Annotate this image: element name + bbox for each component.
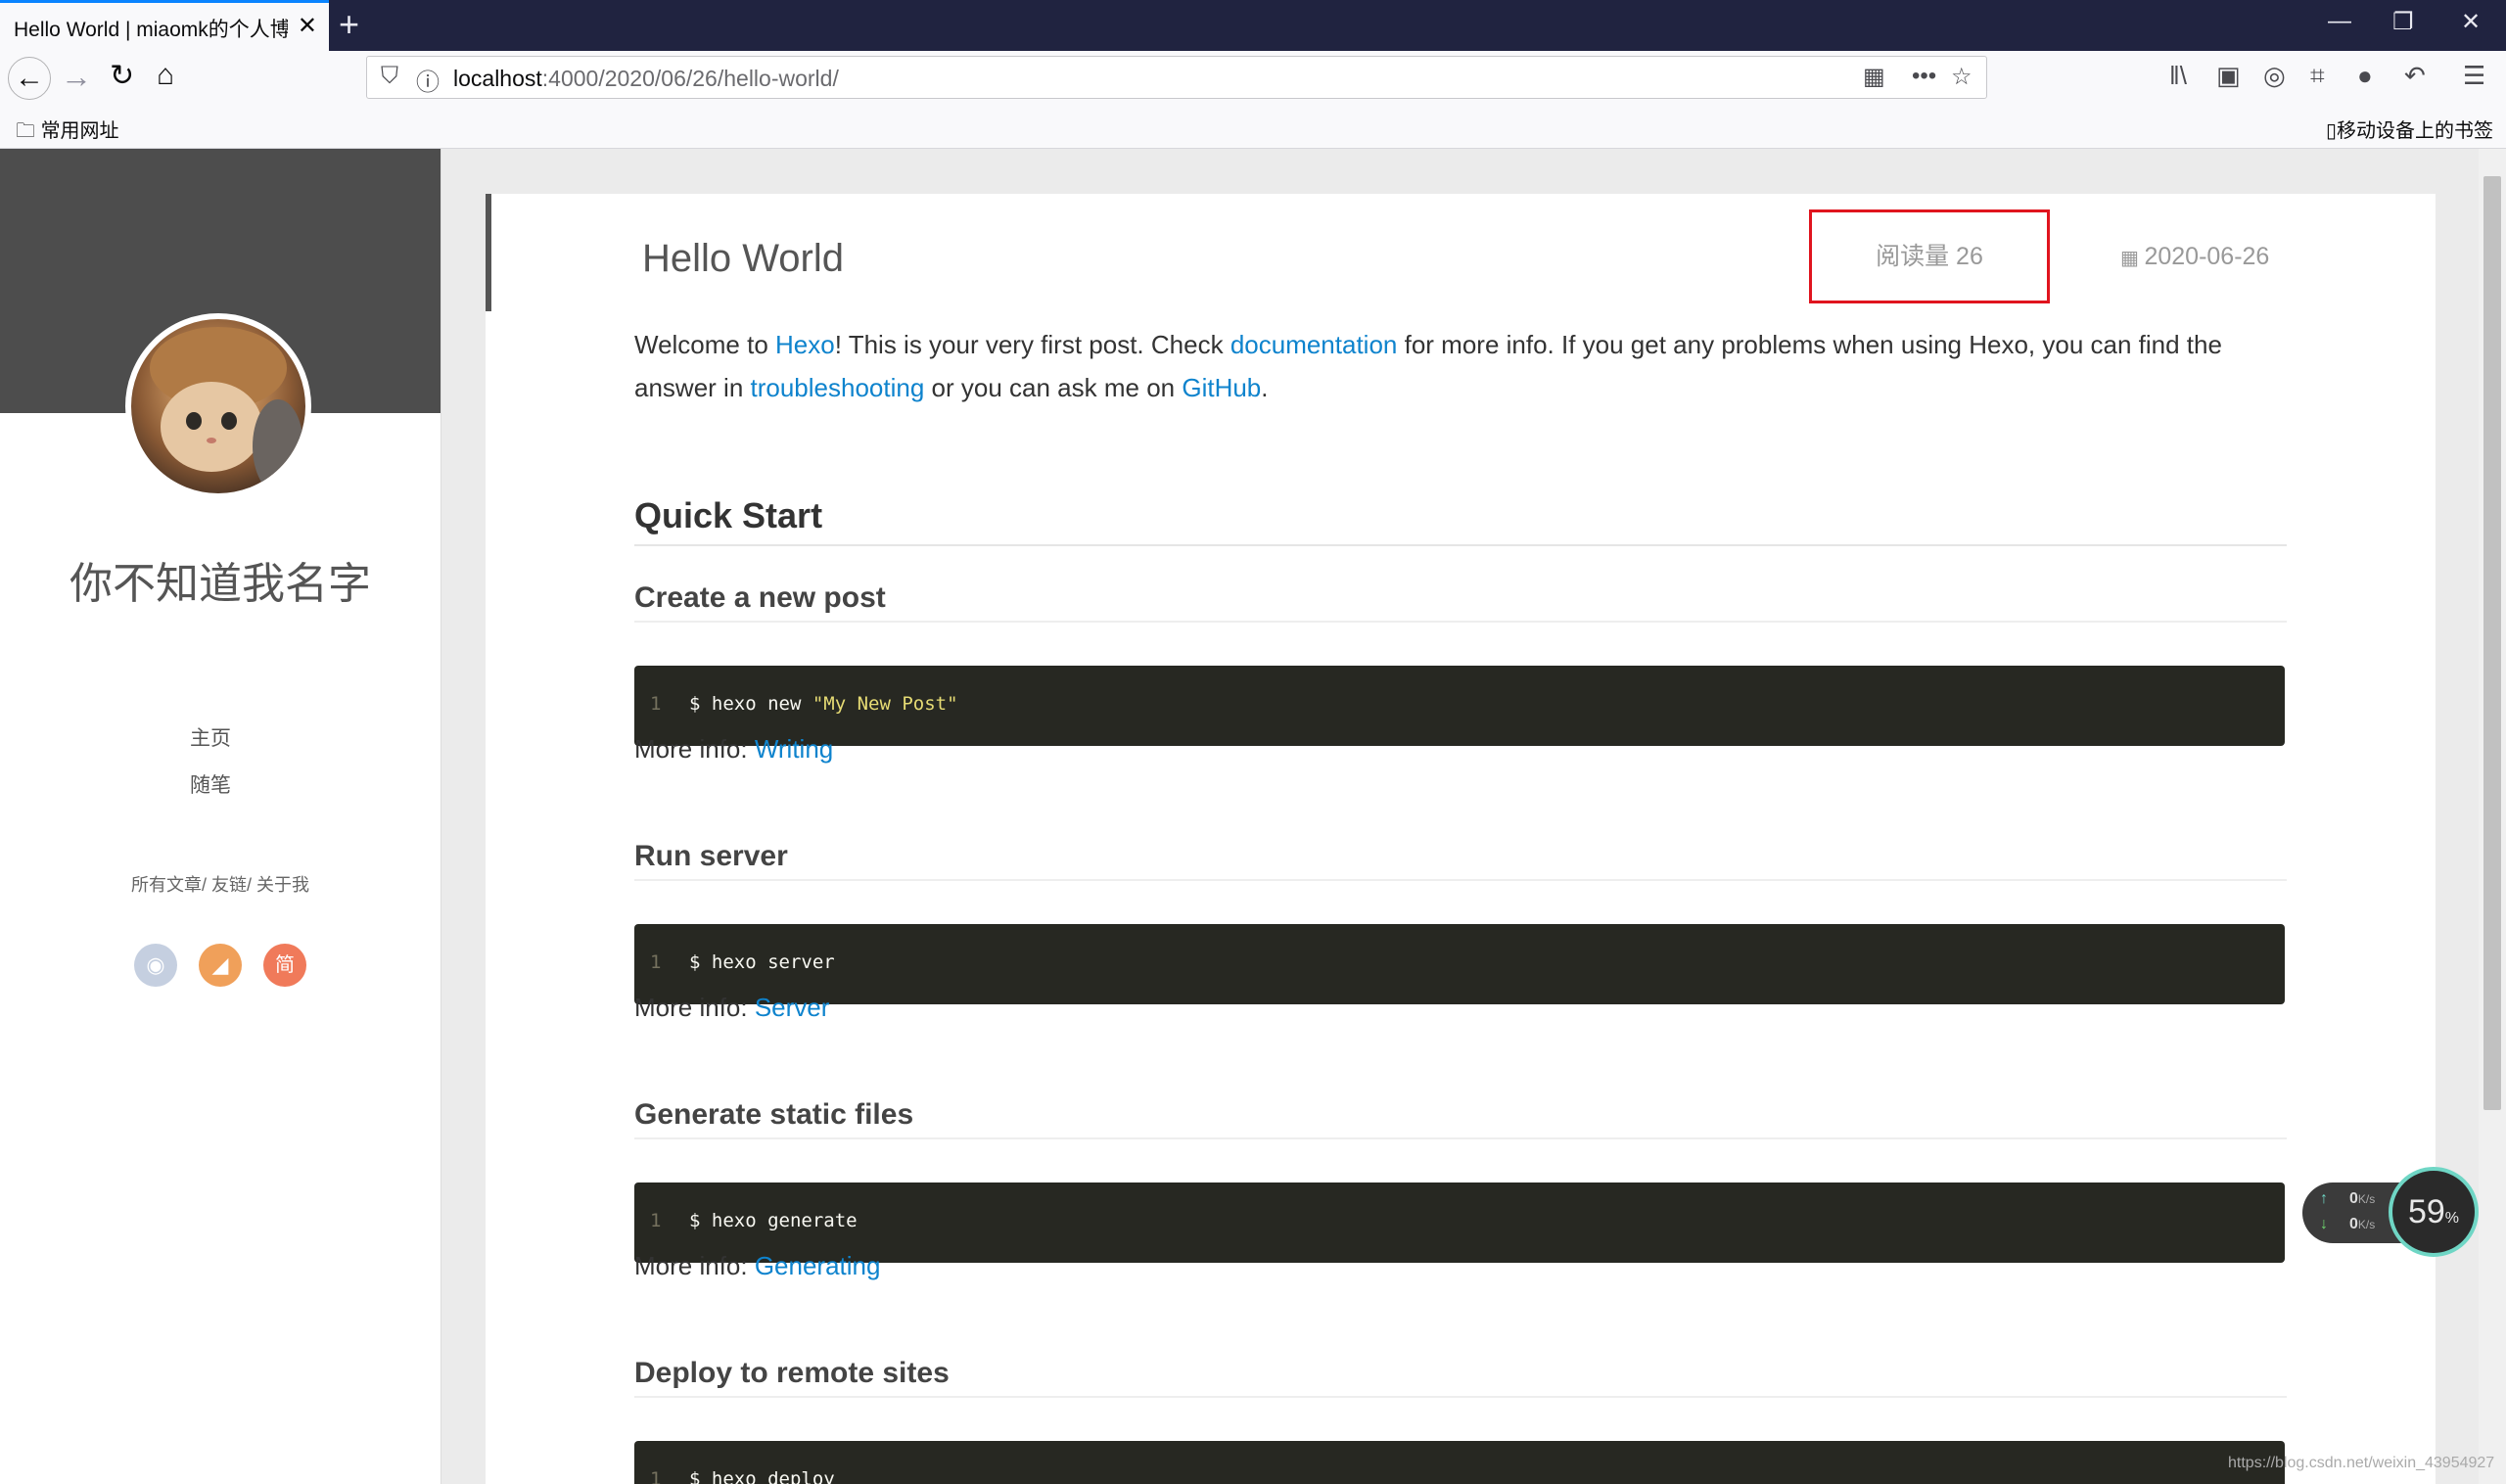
code-line: $ hexo server xyxy=(689,951,835,973)
menu-icon[interactable]: ☰ xyxy=(2463,61,2485,91)
qr-code-icon[interactable]: ▦ xyxy=(1863,63,1885,91)
more-info: More info: Writing xyxy=(634,734,834,764)
troubleshooting-link[interactable]: troubleshooting xyxy=(751,373,925,402)
url-bar[interactable]: ⛉ ⓘ localhost:4000/2020/06/26/hello-worl… xyxy=(366,56,1987,99)
shield-icon[interactable]: ⛉ xyxy=(381,63,398,90)
generating-link[interactable]: Generating xyxy=(755,1251,881,1280)
bookmarks-toolbar: 🗀 常用网址 ▯移动设备上的书签 xyxy=(0,106,2506,149)
more-info: More info: Generating xyxy=(634,1251,881,1280)
line-number: 1 xyxy=(650,951,662,973)
scrollbar-thumb[interactable] xyxy=(2483,176,2501,1110)
heading-run-server: Run server xyxy=(634,840,2287,881)
bookmark-star-icon[interactable]: ☆ xyxy=(1951,63,1972,91)
sidebar-icon[interactable]: ▣ xyxy=(2216,61,2241,91)
server-link[interactable]: Server xyxy=(755,993,830,1022)
download-speed: 0K/s xyxy=(2349,1216,2376,1232)
close-window-icon[interactable]: ✕ xyxy=(2461,8,2481,36)
chat-icon[interactable]: ● xyxy=(2357,61,2373,91)
blog-sidebar: 你不知道我名字 主页 随笔 所有文章/ 友链/ 关于我 ◉ ◢ 简 xyxy=(0,149,441,1484)
heading-generate: Generate static files xyxy=(634,1098,2287,1139)
writing-link[interactable]: Writing xyxy=(755,734,833,764)
article-accent-bar xyxy=(486,194,491,311)
new-tab-button[interactable]: + xyxy=(339,4,359,45)
code-block: 1 $ hexo server xyxy=(634,924,2285,1004)
restore-icon[interactable]: ❐ xyxy=(2392,8,2414,36)
post-title[interactable]: Hello World xyxy=(642,237,844,281)
heading-quick-start: Quick Start xyxy=(634,495,2287,546)
info-icon[interactable]: ⓘ xyxy=(416,63,440,97)
reload-button[interactable]: ↻ xyxy=(110,59,134,93)
code-block: 1 $ hexo deploy xyxy=(634,1441,2285,1484)
home-button[interactable]: ⌂ xyxy=(157,59,174,92)
account-icon[interactable]: ◎ xyxy=(2263,61,2286,91)
heading-create-post: Create a new post xyxy=(634,581,2287,623)
documentation-link[interactable]: documentation xyxy=(1230,330,1398,359)
line-number: 1 xyxy=(650,1468,662,1484)
sidebar-links[interactable]: 所有文章/ 友链/ 关于我 xyxy=(0,871,441,897)
line-number: 1 xyxy=(650,693,662,715)
nav-home[interactable]: 主页 xyxy=(0,722,421,752)
cat-avatar-image xyxy=(150,327,303,493)
calendar-icon: ▦ xyxy=(2120,248,2145,269)
forward-button[interactable]: → xyxy=(61,59,92,95)
nav-essays[interactable]: 随笔 xyxy=(0,769,421,799)
hexo-link[interactable]: Hexo xyxy=(775,330,835,359)
phone-icon: ▯ xyxy=(2326,120,2338,142)
post-date: ▦ 2020-06-26 xyxy=(2120,243,2270,270)
avatar[interactable] xyxy=(125,313,311,499)
view-count: 阅读量 26 xyxy=(1809,209,2050,303)
site-name: 你不知道我名字 xyxy=(70,559,371,609)
folder-icon: 🗀 xyxy=(16,120,41,142)
intro-paragraph: Welcome to Hexo! This is your very first… xyxy=(634,330,2222,402)
code-line: $ hexo deploy xyxy=(689,1468,835,1484)
mobile-bookmarks[interactable]: ▯移动设备上的书签 xyxy=(2326,115,2493,143)
screenshot-icon[interactable]: ⌗ xyxy=(2310,61,2325,92)
code-block: 1 $ hexo new "My New Post" xyxy=(634,666,2285,746)
heading-deploy: Deploy to remote sites xyxy=(634,1357,2287,1398)
upload-speed: 0K/s xyxy=(2349,1190,2376,1207)
download-arrow-icon: ↓ xyxy=(2320,1216,2328,1232)
page-actions-icon[interactable]: ••• xyxy=(1912,63,1936,90)
code-line: $ hexo generate xyxy=(689,1210,858,1231)
close-tab-icon[interactable]: ✕ xyxy=(298,12,317,40)
back-button[interactable]: ← xyxy=(8,57,51,100)
upload-arrow-icon: ↑ xyxy=(2320,1190,2328,1207)
library-icon[interactable]: ‖\ xyxy=(2169,61,2187,91)
code-block: 1 $ hexo generate xyxy=(634,1183,2285,1263)
github-icon[interactable]: ◉ xyxy=(134,944,177,987)
github-link[interactable]: GitHub xyxy=(1182,373,1261,402)
memory-usage-ring[interactable]: 59% xyxy=(2389,1167,2479,1257)
line-number: 1 xyxy=(650,1210,662,1231)
minimize-icon[interactable]: — xyxy=(2328,8,2351,35)
jianshu-icon[interactable]: 简 xyxy=(263,944,306,987)
more-info: More info: Server xyxy=(634,993,830,1022)
url-text[interactable]: localhost:4000/2020/06/26/hello-world/ xyxy=(453,66,839,92)
undo-icon[interactable]: ↶ xyxy=(2404,61,2426,91)
scrollbar[interactable] xyxy=(2479,149,2506,1484)
active-tab[interactable]: Hello World | miaomk的个人博客 ✕ xyxy=(0,0,329,51)
navigation-toolbar: ← → ↻ ⌂ ⛉ ⓘ localhost:4000/2020/06/26/he… xyxy=(0,51,2506,106)
page-viewport: 你不知道我名字 主页 随笔 所有文章/ 友链/ 关于我 ◉ ◢ 简 Hello … xyxy=(0,149,2506,1484)
tab-strip: Hello World | miaomk的个人博客 ✕ + — ❐ ✕ xyxy=(0,0,2506,51)
code-line: $ hexo new "My New Post" xyxy=(689,693,958,715)
watermark: https://blog.csdn.net/weixin_43954927 xyxy=(2228,1455,2495,1471)
tab-title: Hello World | miaomk的个人博客 xyxy=(14,19,288,41)
rss-icon[interactable]: ◢ xyxy=(199,944,242,987)
bookmark-folder[interactable]: 🗀 常用网址 xyxy=(16,115,119,150)
article-card: Hello World 阅读量 26 ▦ 2020-06-26 Welcome … xyxy=(486,194,2436,1484)
